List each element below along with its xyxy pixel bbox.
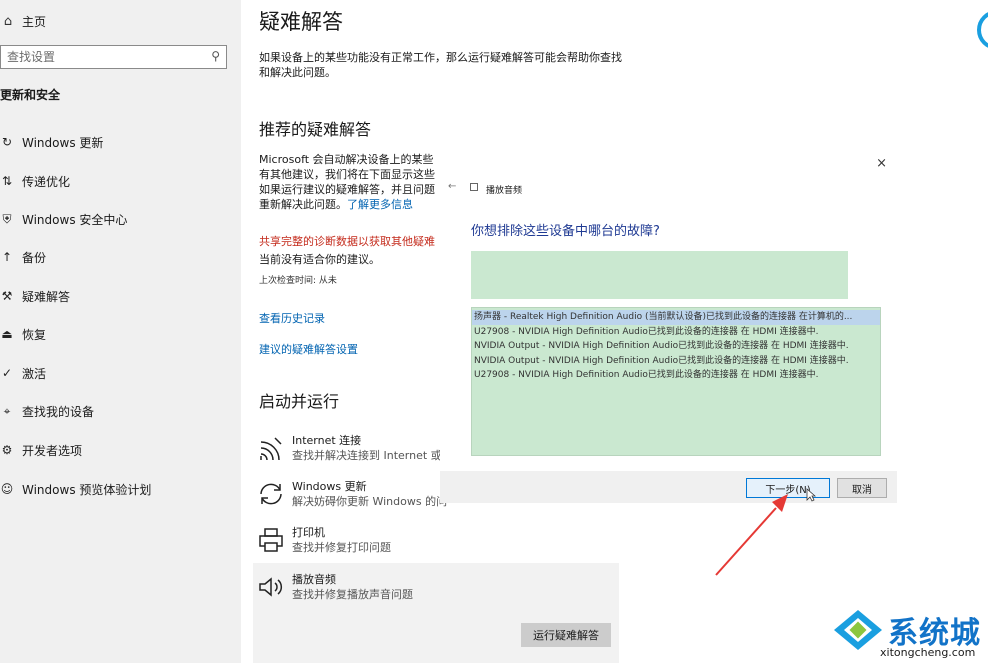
check-circle-icon: ✓ (1, 366, 13, 380)
close-icon[interactable]: × (876, 156, 887, 171)
sidebar-item-label: Windows 预览体验计划 (22, 482, 152, 497)
run-item-printer[interactable]: 打印机 查找并修复打印问题 (257, 524, 457, 564)
annotation-arrow-icon (715, 494, 788, 576)
sidebar-item-recovery[interactable]: ⏏ 恢复 (0, 323, 46, 345)
device-list[interactable]: 扬声器 - Realtek High Definition Audio (当前默… (471, 307, 881, 456)
sidebar-item-label: 备份 (22, 250, 47, 265)
sidebar-item-backup[interactable]: ↑ 备份 (0, 246, 46, 268)
backup-icon: ↑ (1, 250, 13, 264)
insider-icon: ☺ (0, 482, 14, 496)
run-item-title: Windows 更新 (292, 480, 367, 493)
watermark: 系统城 xitongcheng.com (832, 608, 988, 663)
share-diagnostic-link[interactable]: 共享完整的诊断数据以获取其他疑难 (259, 233, 441, 249)
sidebar-item-troubleshoot[interactable]: ⚒ 疑难解答 (0, 285, 70, 307)
run-section-title: 启动并运行 (259, 392, 340, 411)
sidebar-item-label: 激活 (22, 366, 47, 381)
run-item-audio[interactable]: 播放音频 查找并修复播放声音问题 (257, 571, 457, 611)
mouse-cursor-icon (806, 488, 816, 502)
sidebar-item-label: Windows 更新 (22, 135, 104, 150)
run-item-desc: 查找并修复打印问题 (292, 541, 391, 554)
run-item-windows-update[interactable]: Windows 更新 解决妨碍你更新 Windows 的问 (257, 478, 457, 518)
back-arrow-icon[interactable]: ← (448, 181, 456, 192)
shield-icon: ⛨ (2, 211, 12, 226)
recommended-title: 推荐的疑难解答 (259, 120, 372, 139)
history-link[interactable]: 查看历史记录 (259, 310, 325, 326)
developer-icon: ⚙ (1, 443, 13, 457)
dialog-question: 你想排除这些设备中哪台的故障? (471, 224, 660, 239)
run-item-internet[interactable]: Internet 连接 查找并解决连接到 Internet 或 (257, 432, 457, 472)
sidebar-item-label: 开发者选项 (22, 443, 83, 458)
no-suggestion-text: 当前没有适合你的建议。 (259, 253, 380, 266)
search-input[interactable] (1, 50, 201, 64)
sidebar-section-title: 更新和安全 (0, 88, 61, 102)
sidebar-item-windows-update[interactable]: ↻ Windows 更新 (0, 131, 103, 153)
sidebar-item-find-device[interactable]: ⌖ 查找我的设备 (0, 400, 94, 422)
sidebar-item-label: 查找我的设备 (22, 404, 95, 419)
sidebar-item-label: Windows 安全中心 (22, 212, 128, 227)
learn-more-link[interactable]: 了解更多信息 (347, 198, 413, 211)
sidebar-item-label: 恢复 (22, 327, 47, 342)
device-list-item[interactable]: 扬声器 - Realtek High Definition Audio (当前默… (472, 310, 880, 325)
home-icon: ⌂ (3, 13, 13, 29)
search-icon[interactable]: ⚲ (211, 49, 220, 63)
sidebar-item-label: 疑难解答 (22, 289, 71, 304)
recommended-line: 有其他建议，我们将在下面显示这些 (259, 168, 435, 181)
device-list-item[interactable]: NVIDIA Output - NVIDIA High Definition A… (472, 339, 880, 354)
speaker-icon (259, 577, 283, 597)
sidebar-item-developer[interactable]: ⚙ 开发者选项 (0, 439, 82, 461)
sidebar-item-delivery[interactable]: ⇅ 传递优化 (0, 170, 70, 192)
sidebar: ⌂ 主页 ⚲ 更新和安全 ↻ Windows 更新 ⇅ 传递优化 ⛨ Windo… (0, 0, 241, 663)
last-check-text: 上次检查时间: 从未 (259, 276, 337, 286)
run-item-title: 打印机 (292, 526, 325, 539)
search-box[interactable]: ⚲ (0, 45, 227, 69)
device-list-item[interactable]: U27908 - NVIDIA High Definition Audio已找到… (472, 368, 880, 383)
dialog-footer: 下一步(N) 取消 (440, 471, 897, 503)
dialog-app-title: 播放音频 (486, 186, 523, 196)
page-description: 如果设备上的某些功能没有正常工作，那么运行疑难解答可能会帮助你查找和解决此问题。 (259, 51, 622, 79)
sidebar-item-security[interactable]: ⛨ Windows 安全中心 (0, 208, 127, 230)
help-logo-icon (977, 12, 988, 48)
watermark-url: xitongcheng.com (880, 646, 976, 659)
run-item-desc: 查找并修复播放声音问题 (292, 588, 413, 601)
page-title: 疑难解答 (259, 10, 343, 34)
refresh-icon: ↻ (1, 135, 13, 149)
dialog-info-area (471, 251, 848, 299)
wrench-icon: ⚒ (1, 289, 13, 303)
device-list-item[interactable]: NVIDIA Output - NVIDIA High Definition A… (472, 354, 880, 369)
suggestion-settings-link[interactable]: 建议的疑难解答设置 (259, 341, 358, 357)
audio-troubleshooter-dialog: × ← 播放音频 你想排除这些设备中哪台的故障? 扬声器 - Realtek H… (440, 150, 897, 503)
sidebar-item-insider[interactable]: ☺ Windows 预览体验计划 (0, 478, 152, 500)
printer-icon (259, 528, 283, 552)
sidebar-item-label: 传递优化 (22, 174, 71, 189)
recommended-line: 重新解决此问题。 (259, 198, 347, 211)
recommended-line: Microsoft 会自动解决设备上的某些 (259, 153, 434, 166)
device-list-item[interactable]: U27908 - NVIDIA High Definition Audio已找到… (472, 325, 880, 340)
delivery-icon: ⇅ (1, 174, 13, 188)
wifi-icon (260, 437, 282, 461)
run-item-title: Internet 连接 (292, 434, 362, 447)
app-icon (470, 183, 478, 191)
refresh-icon (260, 483, 282, 505)
sidebar-home[interactable]: ⌂ 主页 (0, 11, 46, 31)
cancel-button[interactable]: 取消 (837, 478, 887, 498)
recommended-line: 如果运行建议的疑难解答，并且问题 (259, 183, 435, 196)
recovery-icon: ⏏ (1, 327, 13, 341)
run-item-title: 播放音频 (292, 573, 336, 586)
recommended-description: Microsoft 会自动解决设备上的某些 有其他建议，我们将在下面显示这些 如… (259, 152, 441, 212)
run-troubleshooter-button[interactable]: 运行疑难解答 (521, 623, 611, 647)
sidebar-item-activation[interactable]: ✓ 激活 (0, 362, 46, 384)
sidebar-home-label: 主页 (22, 14, 47, 29)
find-device-icon: ⌖ (3, 403, 11, 418)
